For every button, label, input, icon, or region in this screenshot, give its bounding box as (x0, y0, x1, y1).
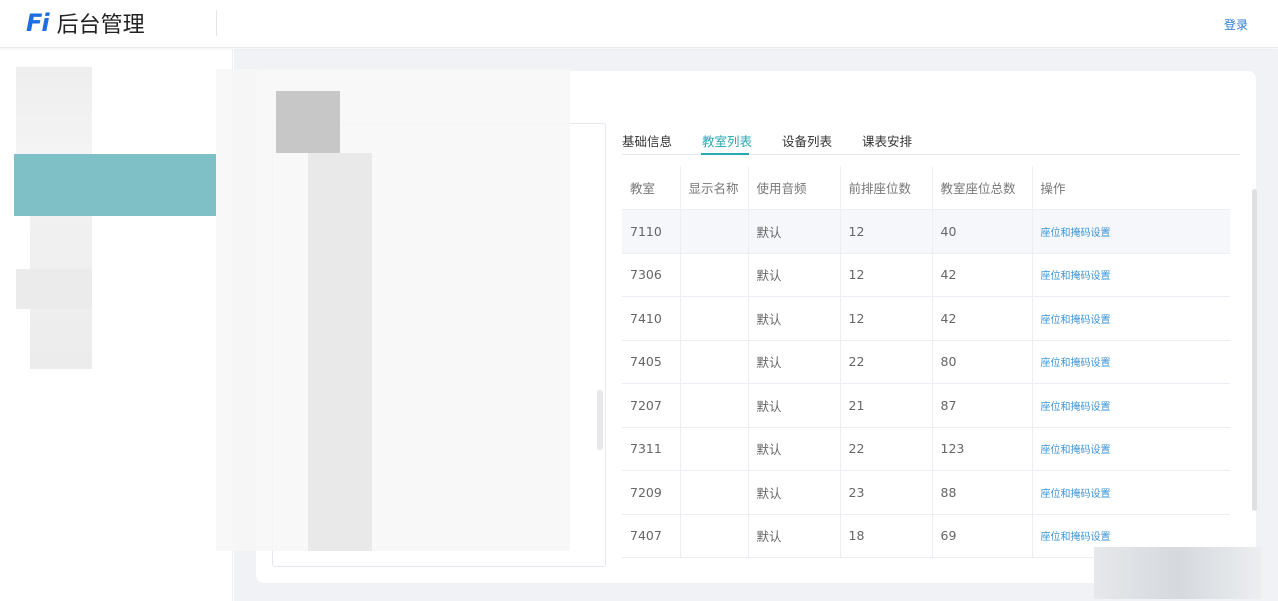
column-header[interactable]: 前排座位数 (840, 166, 933, 210)
column-header[interactable]: 使用音频 (748, 166, 841, 210)
tab-bar: 基础信息 教室列表 设备列表 课表安排 (622, 127, 1240, 155)
seat-mask-settings-link[interactable]: 座位和掩码设置 (1041, 358, 1111, 369)
cell-total-seats: 88 (932, 470, 1033, 515)
header-divider (216, 10, 217, 36)
cell-front-seats: 22 (840, 427, 933, 471)
cell-total-seats: 69 (932, 514, 1033, 558)
cell-display-name (680, 253, 749, 297)
column-header[interactable]: 教室座位总数 (932, 166, 1033, 210)
cell-action: 座位和掩码设置 (1032, 383, 1230, 428)
cell-action: 座位和掩码设置 (1032, 296, 1230, 341)
cell-action: 座位和掩码设置 (1032, 253, 1230, 297)
main-content: 基础信息 教室列表 设备列表 课表安排 教室 显示名称 使用音频 前排座位数 教… (216, 49, 1278, 601)
cell-front-seats: 22 (840, 340, 933, 384)
column-header[interactable]: 操作 (1032, 166, 1230, 210)
cell-display-name (680, 383, 749, 428)
cell-audio: 默认 (748, 427, 841, 471)
seat-mask-settings-link[interactable]: 座位和掩码设置 (1041, 228, 1111, 239)
cell-total-seats: 40 (932, 209, 1033, 254)
table-row[interactable]: 7306 默认 12 42 座位和掩码设置 (622, 253, 1230, 297)
sidebar-item-active[interactable] (14, 154, 216, 216)
top-header: Fi 后台管理 登录 (0, 0, 1278, 48)
cell-audio: 默认 (748, 209, 841, 254)
sidebar-item-blurred[interactable] (16, 269, 92, 309)
cell-display-name (680, 514, 749, 558)
table-row[interactable]: 7207 默认 21 87 座位和掩码设置 (622, 383, 1230, 428)
cell-action: 座位和掩码设置 (1032, 470, 1230, 515)
cell-total-seats: 42 (932, 253, 1033, 297)
cell-front-seats: 12 (840, 253, 933, 297)
classroom-table: 教室 显示名称 使用音频 前排座位数 教室座位总数 操作 7110 默认 12 (622, 166, 1230, 564)
cell-audio: 默认 (748, 340, 841, 384)
cell-room: 7110 (622, 209, 681, 254)
seat-mask-settings-link[interactable]: 座位和掩码设置 (1041, 402, 1111, 413)
tab-device-list[interactable]: 设备列表 (782, 131, 832, 150)
tree-scrollbar[interactable] (597, 390, 603, 450)
cell-total-seats: 123 (932, 427, 1033, 471)
seat-mask-settings-link[interactable]: 座位和掩码设置 (1041, 271, 1111, 282)
cell-room: 7306 (622, 253, 681, 297)
table-scrollbar[interactable] (1252, 189, 1257, 511)
cell-room: 7405 (622, 340, 681, 384)
column-header[interactable]: 显示名称 (680, 166, 749, 210)
cell-audio: 默认 (748, 253, 841, 297)
cell-audio: 默认 (748, 514, 841, 558)
seat-mask-settings-link[interactable]: 座位和掩码设置 (1041, 532, 1111, 543)
cell-room: 7410 (622, 296, 681, 341)
logo-mark: Fi (26, 9, 50, 37)
cell-audio: 默认 (748, 470, 841, 515)
cell-display-name (680, 296, 749, 341)
cell-display-name (680, 340, 749, 384)
tab-basic-info[interactable]: 基础信息 (622, 131, 672, 150)
table-row[interactable]: 7209 默认 23 88 座位和掩码设置 (622, 470, 1230, 515)
cell-audio: 默认 (748, 383, 841, 428)
cell-display-name (680, 470, 749, 515)
cell-front-seats: 12 (840, 209, 933, 254)
cell-front-seats: 21 (840, 383, 933, 428)
cell-total-seats: 80 (932, 340, 1033, 384)
cell-display-name (680, 209, 749, 254)
app-title: 后台管理 (56, 13, 145, 38)
cell-total-seats: 87 (932, 383, 1033, 428)
table-row[interactable]: 7110 默认 12 40 座位和掩码设置 (622, 209, 1230, 254)
blurred-region (1094, 547, 1262, 599)
cell-front-seats: 23 (840, 470, 933, 515)
table-row[interactable]: 7405 默认 22 80 座位和掩码设置 (622, 340, 1230, 384)
cell-display-name (680, 427, 749, 471)
cell-room: 7407 (622, 514, 681, 558)
cell-action: 座位和掩码设置 (1032, 209, 1230, 254)
blurred-region (276, 91, 340, 153)
table-row[interactable]: 7410 默认 12 42 座位和掩码设置 (622, 296, 1230, 341)
app-logo[interactable]: Fi 后台管理 (26, 8, 145, 38)
cell-room: 7207 (622, 383, 681, 428)
cell-action: 座位和掩码设置 (1032, 427, 1230, 471)
cell-room: 7311 (622, 427, 681, 471)
blurred-region (308, 153, 372, 551)
seat-mask-settings-link[interactable]: 座位和掩码设置 (1041, 489, 1111, 500)
tab-schedule[interactable]: 课表安排 (862, 131, 912, 150)
seat-mask-settings-link[interactable]: 座位和掩码设置 (1041, 315, 1111, 326)
cell-front-seats: 12 (840, 296, 933, 341)
tab-classroom-list[interactable]: 教室列表 (702, 131, 752, 150)
column-header[interactable]: 教室 (622, 166, 681, 210)
seat-mask-settings-link[interactable]: 座位和掩码设置 (1041, 445, 1111, 456)
sidebar (0, 49, 233, 601)
cell-front-seats: 18 (840, 514, 933, 558)
cell-audio: 默认 (748, 296, 841, 341)
cell-action: 座位和掩码设置 (1032, 340, 1230, 384)
login-link[interactable]: 登录 (1224, 16, 1248, 33)
blurred-region (216, 69, 570, 551)
cell-room: 7209 (622, 470, 681, 515)
table-row[interactable]: 7311 默认 22 123 座位和掩码设置 (622, 427, 1230, 471)
table-header-row: 教室 显示名称 使用音频 前排座位数 教室座位总数 操作 (622, 166, 1230, 210)
cell-total-seats: 42 (932, 296, 1033, 341)
active-tab-indicator (701, 153, 749, 155)
